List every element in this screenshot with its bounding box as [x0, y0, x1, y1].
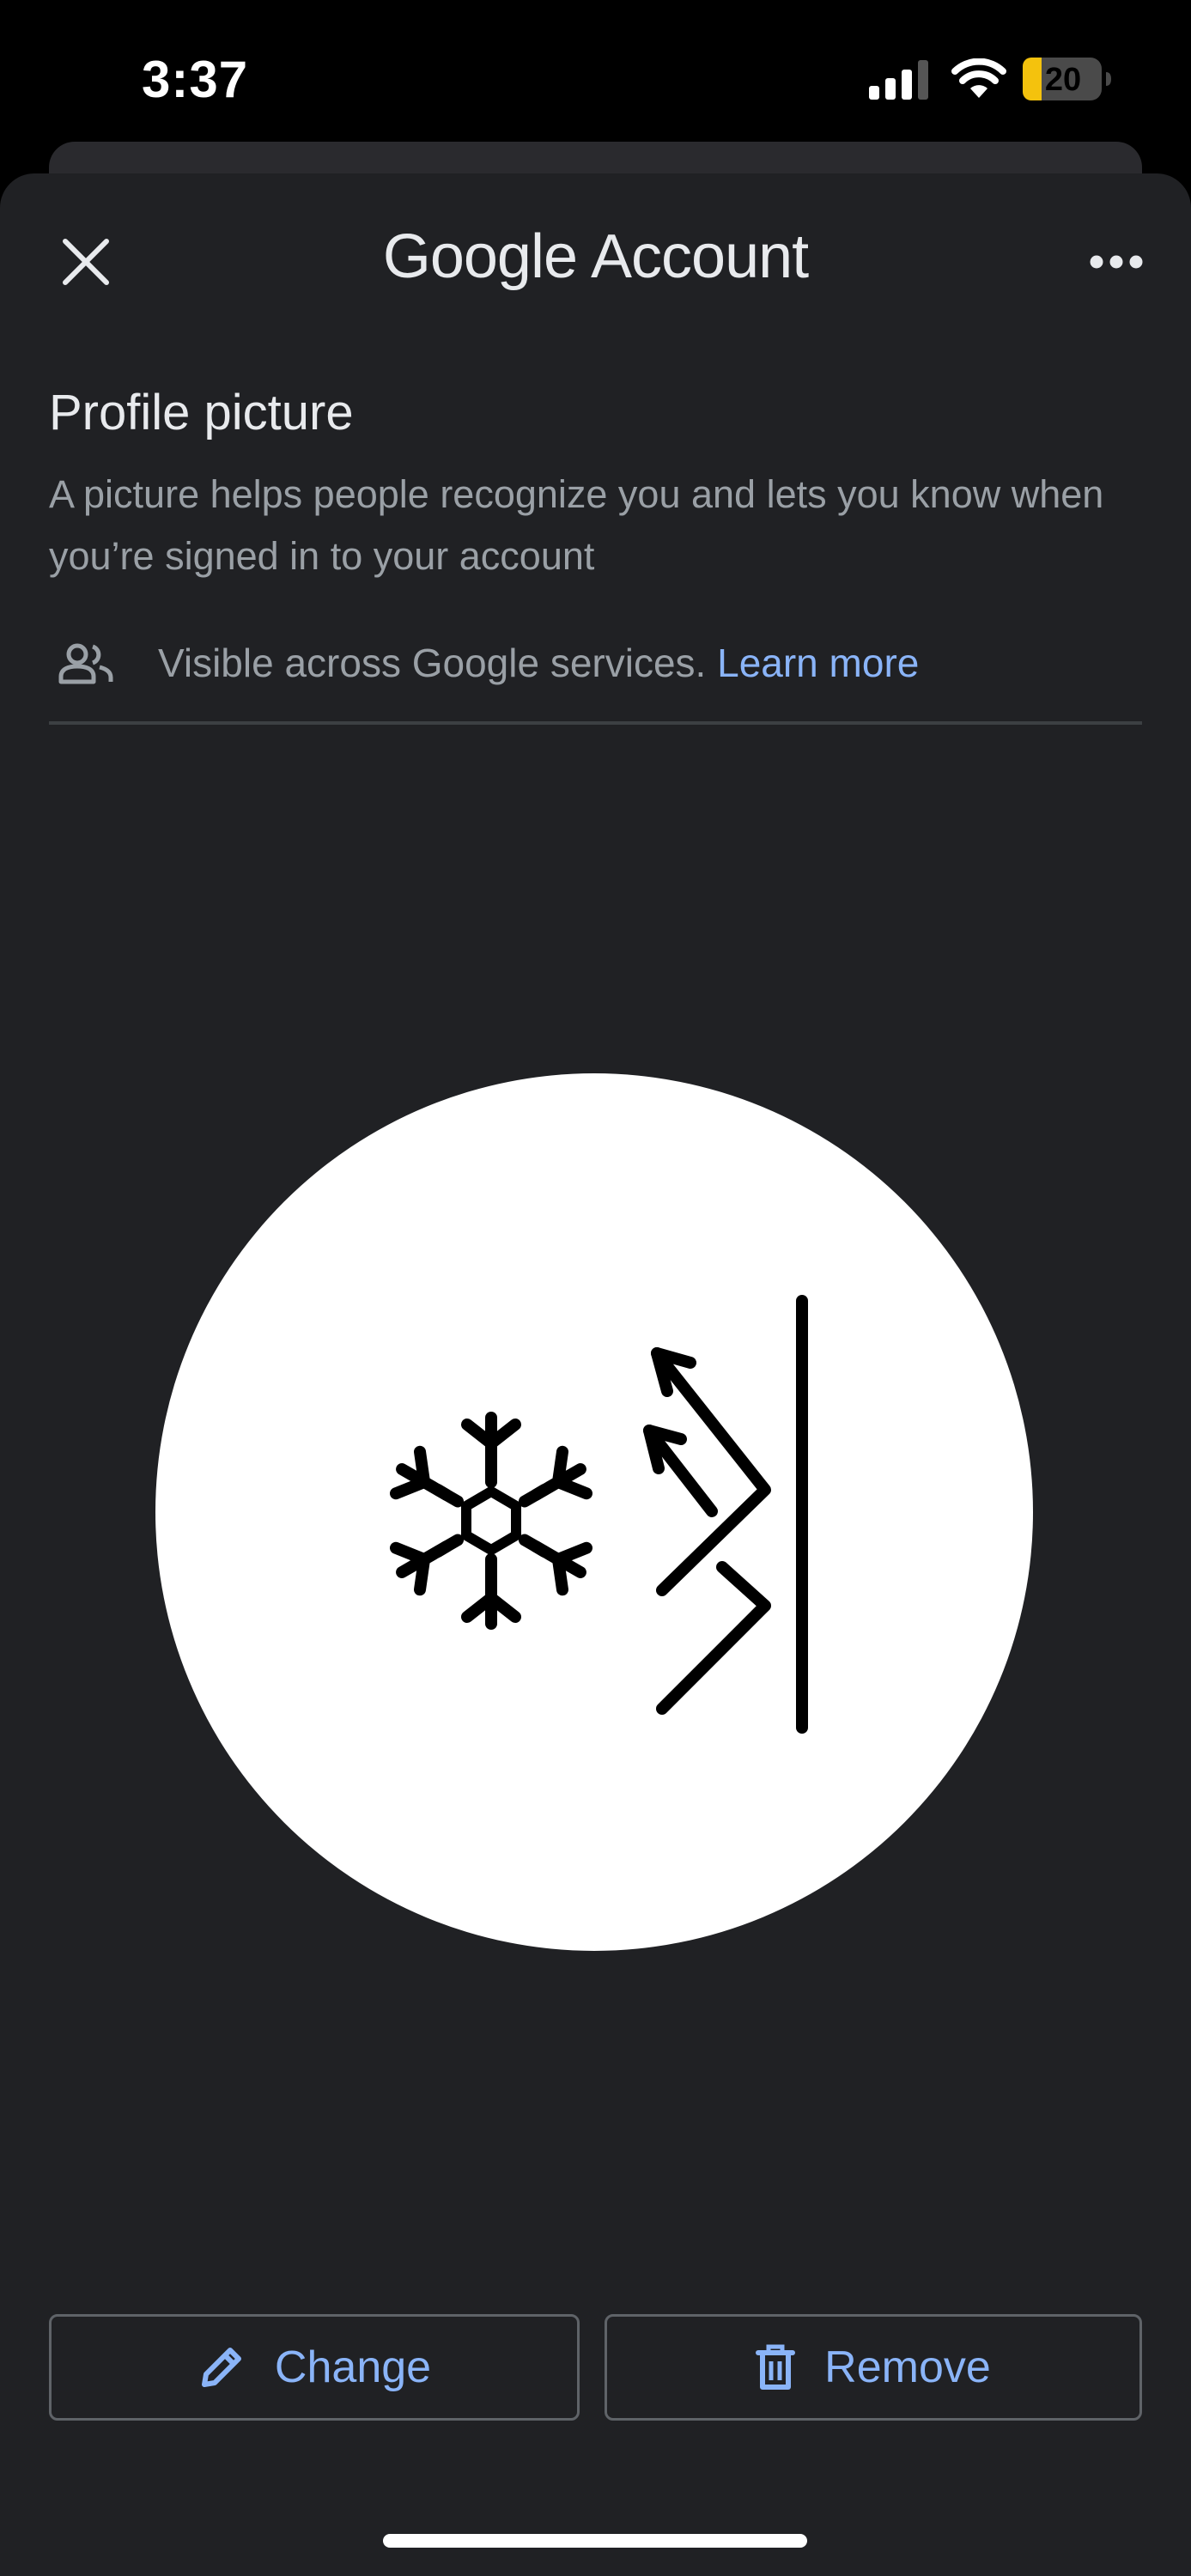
remove-button[interactable]: Remove — [605, 2314, 1142, 2421]
section-title: Profile picture — [49, 385, 354, 440]
more-options-button[interactable] — [1082, 232, 1151, 292]
trash-icon — [756, 2344, 796, 2391]
change-label: Change — [274, 2342, 432, 2392]
change-button[interactable]: Change — [49, 2314, 580, 2421]
wifi-icon — [951, 58, 1006, 104]
divider — [49, 721, 1142, 725]
snowflake-arrow-wall-logo — [390, 1295, 808, 1734]
google-account-logo: Google Account — [0, 222, 1191, 292]
more-options-icon — [1090, 255, 1143, 269]
learn-more-link[interactable]: Learn more — [717, 641, 919, 685]
visibility-text: Visible across Google services. — [158, 641, 707, 685]
profile-picture — [155, 1073, 1033, 1951]
remove-label: Remove — [824, 2342, 991, 2392]
section-description: A picture helps people recognize you and… — [49, 472, 1104, 578]
visibility-note: Visible across Google services. Learn mo… — [158, 640, 919, 686]
pencil-icon — [197, 2343, 246, 2391]
battery-level: 20 — [1045, 62, 1081, 98]
status-time: 3:37 — [142, 51, 249, 108]
signal-icon — [869, 60, 929, 104]
home-indicator[interactable] — [383, 2534, 807, 2548]
battery-icon: 20 — [1022, 57, 1113, 106]
status-bar: 3:37 20 — [0, 0, 1191, 146]
brand-account: Account — [591, 222, 809, 291]
people-icon — [58, 642, 113, 690]
brand-google: Google — [382, 222, 578, 291]
